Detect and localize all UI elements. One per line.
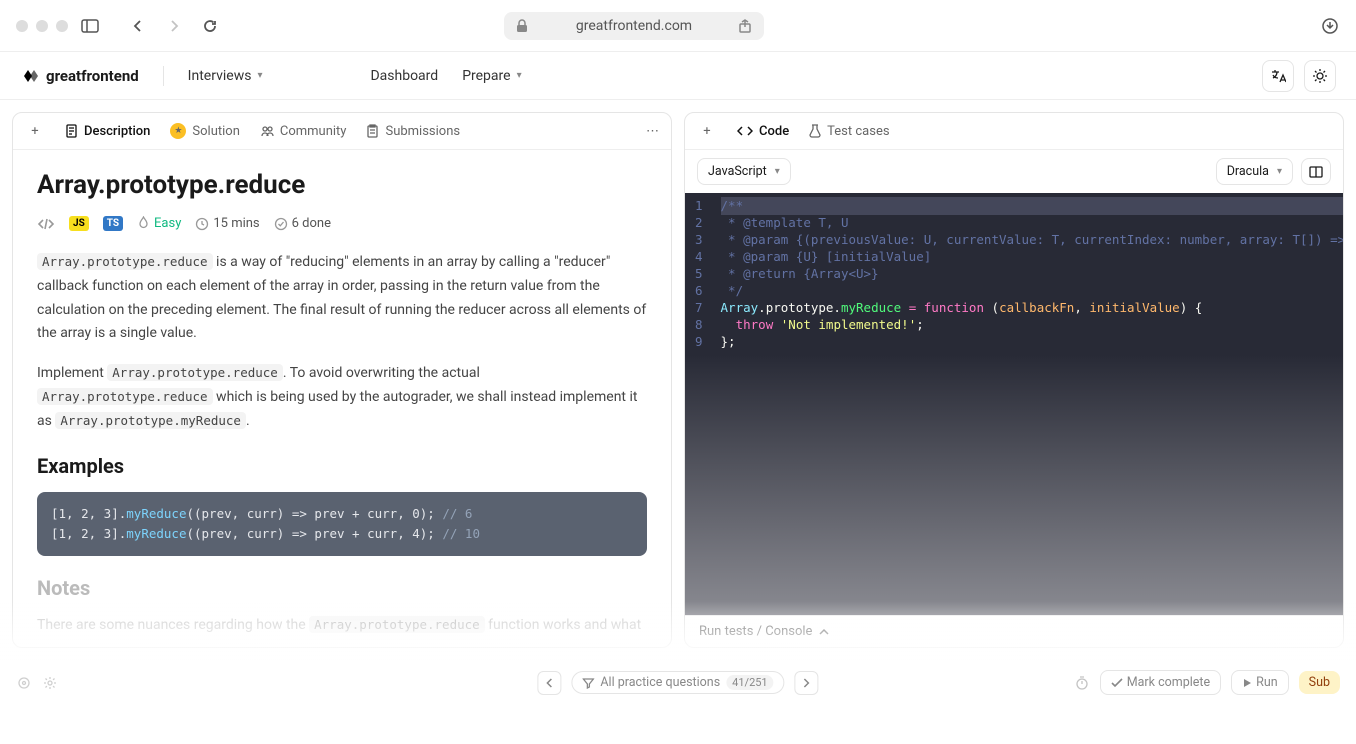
maximize-window[interactable] bbox=[56, 20, 68, 32]
document-icon bbox=[65, 124, 78, 138]
forward-button bbox=[164, 16, 184, 36]
question-count: 41/251 bbox=[726, 675, 773, 690]
problem-title: Array.prototype.reduce bbox=[37, 170, 647, 200]
nav-dashboard[interactable]: Dashboard bbox=[370, 68, 438, 84]
filter-icon bbox=[582, 677, 594, 689]
check-icon bbox=[1111, 678, 1123, 688]
tab-code[interactable]: Code bbox=[737, 124, 789, 139]
ts-badge: TS bbox=[103, 216, 123, 231]
code-icon bbox=[737, 125, 753, 137]
code-content[interactable]: /** * @template T, U * @param {(previous… bbox=[713, 193, 1344, 615]
close-window[interactable] bbox=[16, 20, 28, 32]
examples-heading: Examples bbox=[37, 454, 647, 478]
js-badge: JS bbox=[69, 216, 89, 231]
share-icon[interactable] bbox=[738, 19, 752, 33]
paragraph: There are some nuances regarding how the… bbox=[37, 614, 647, 638]
settings-icon[interactable] bbox=[16, 675, 32, 691]
bottom-bar: All practice questions 41/251 Mark compl… bbox=[0, 660, 1356, 704]
logo-text: greatfrontend bbox=[46, 67, 139, 85]
problem-meta: JS TS Easy 15 mins 6 done bbox=[37, 216, 647, 231]
code-editor[interactable]: 123456789 /** * @template T, U * @param … bbox=[685, 193, 1343, 615]
browser-chrome: greatfrontend.com bbox=[0, 0, 1356, 52]
more-options-button[interactable]: ⋯ bbox=[646, 124, 659, 139]
logo-icon bbox=[20, 66, 40, 86]
gear-icon[interactable] bbox=[42, 675, 58, 691]
tab-community[interactable]: Community bbox=[260, 124, 347, 139]
submit-button[interactable]: Sub bbox=[1299, 671, 1340, 694]
paragraph: Implement Array.prototype.reduce. To avo… bbox=[37, 362, 647, 433]
back-button[interactable] bbox=[128, 16, 148, 36]
tab-solution[interactable]: ★ Solution bbox=[170, 123, 239, 139]
tab-test-cases[interactable]: Test cases bbox=[809, 124, 889, 139]
mark-complete-button[interactable]: Mark complete bbox=[1100, 670, 1221, 695]
chevron-down-icon: ▾ bbox=[257, 70, 262, 81]
console-toggle[interactable]: Run tests / Console bbox=[685, 615, 1343, 647]
add-tab-button[interactable]: + bbox=[25, 121, 45, 141]
minimize-window[interactable] bbox=[36, 20, 48, 32]
nav-prepare[interactable]: Prepare ▾ bbox=[462, 68, 521, 84]
add-tab-button[interactable]: + bbox=[697, 121, 717, 141]
line-gutter: 123456789 bbox=[685, 193, 713, 615]
completion-count: 6 done bbox=[274, 216, 331, 231]
url-bar[interactable]: greatfrontend.com bbox=[504, 12, 764, 40]
editor-toolbar: JavaScript ▾ Dracula ▾ bbox=[685, 150, 1343, 193]
lock-icon bbox=[516, 19, 528, 33]
app-header: greatfrontend Interviews ▾ Dashboard Pre… bbox=[0, 52, 1356, 100]
nav-interviews[interactable]: Interviews ▾ bbox=[188, 68, 263, 84]
submissions-icon bbox=[366, 124, 379, 138]
layout-button[interactable] bbox=[1301, 158, 1331, 185]
notes-heading: Notes bbox=[37, 576, 647, 600]
tab-submissions[interactable]: Submissions bbox=[366, 124, 460, 139]
theme-dropdown[interactable]: Dracula ▾ bbox=[1216, 158, 1293, 185]
language-button[interactable] bbox=[1262, 60, 1294, 92]
flask-icon bbox=[809, 124, 821, 138]
code-panel: + Code Test cases JavaScript ▾ D bbox=[684, 112, 1344, 648]
question-filter[interactable]: All practice questions 41/251 bbox=[571, 671, 784, 694]
divider bbox=[163, 66, 164, 86]
tab-description[interactable]: Description bbox=[65, 124, 150, 139]
difficulty: Easy bbox=[137, 216, 181, 231]
downloads-icon[interactable] bbox=[1320, 16, 1340, 36]
run-button[interactable]: Run bbox=[1231, 670, 1289, 695]
chevron-down-icon: ▾ bbox=[775, 166, 780, 177]
chevron-down-icon: ▾ bbox=[517, 70, 522, 81]
description-body: Array.prototype.reduce JS TS Easy 15 min… bbox=[13, 150, 671, 647]
community-icon bbox=[260, 124, 274, 138]
logo[interactable]: greatfrontend bbox=[20, 66, 139, 86]
code-icon bbox=[37, 217, 55, 231]
reload-button[interactable] bbox=[200, 16, 220, 36]
star-icon: ★ bbox=[170, 123, 186, 139]
sidebar-toggle-icon[interactable] bbox=[80, 16, 100, 36]
language-dropdown[interactable]: JavaScript ▾ bbox=[697, 158, 791, 185]
url-text: greatfrontend.com bbox=[576, 18, 692, 34]
time-estimate: 15 mins bbox=[195, 216, 259, 231]
traffic-lights bbox=[16, 20, 68, 32]
left-tabs: + Description ★ Solution Community bbox=[13, 113, 671, 150]
description-panel: + Description ★ Solution Community bbox=[12, 112, 672, 648]
prev-question-button[interactable] bbox=[537, 671, 561, 695]
theme-toggle-button[interactable] bbox=[1304, 60, 1336, 92]
paragraph: Array.prototype.reduce is a way of "redu… bbox=[37, 251, 647, 346]
chevron-down-icon: ▾ bbox=[1277, 166, 1282, 177]
next-question-button[interactable] bbox=[795, 671, 819, 695]
play-icon bbox=[1242, 678, 1252, 688]
right-tabs: + Code Test cases bbox=[685, 113, 1343, 150]
examples-code: [1, 2, 3].myReduce((prev, curr) => prev … bbox=[37, 492, 647, 556]
chevron-up-icon bbox=[818, 628, 830, 636]
main-split: + Description ★ Solution Community bbox=[0, 100, 1356, 660]
timer-icon[interactable] bbox=[1074, 675, 1090, 691]
